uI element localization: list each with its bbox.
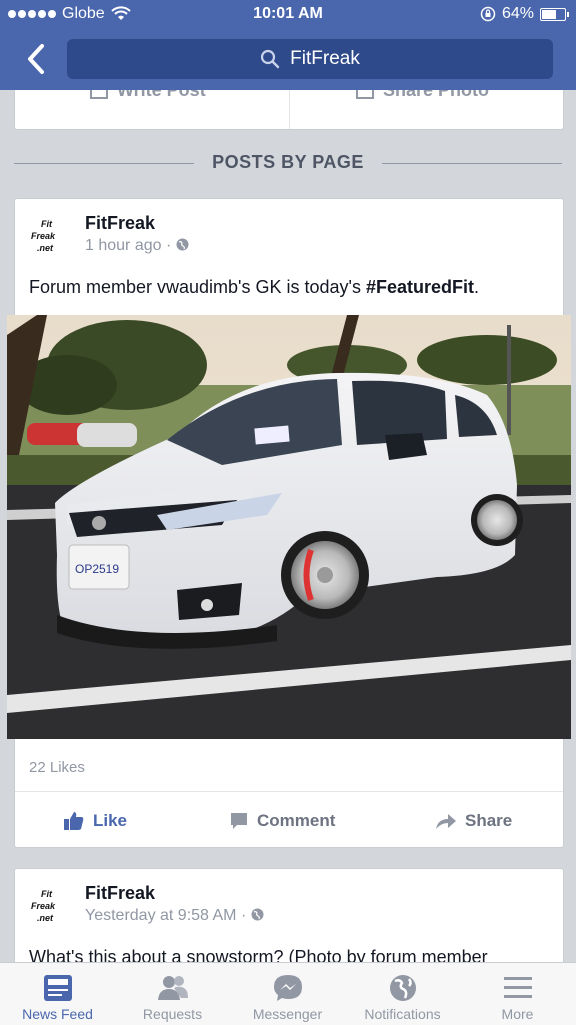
globe-icon <box>176 238 189 251</box>
battery-icon <box>540 7 569 21</box>
battery-percent: 64% <box>501 5 534 22</box>
logo-text-3: .net <box>37 243 54 253</box>
chevron-left-icon <box>28 44 44 74</box>
logo-text-2: Freak <box>31 901 56 911</box>
car-photo: OP2519 <box>7 315 571 739</box>
like-count[interactable]: 22 Likes <box>29 759 85 776</box>
comment-icon <box>231 813 247 829</box>
share-arrow-icon <box>436 814 456 829</box>
license-plate: OP2519 <box>75 562 119 576</box>
like-label: Like <box>93 811 128 830</box>
post-text: Forum member vwaudimb's GK is today's #F… <box>29 277 479 298</box>
post-divider <box>15 791 563 792</box>
logo-text-1: Fit <box>41 889 52 899</box>
tab-label: Requests <box>142 1006 203 1022</box>
tab-bar: News Feed Requests Messenger Notificatio… <box>0 962 576 1025</box>
share-label: Share <box>465 811 513 830</box>
news-feed[interactable]: Write Post Share Photo POSTS BY PAGE Fit… <box>0 90 576 962</box>
logo-text-1: Fit <box>41 219 52 229</box>
search-text: FitFreak <box>290 48 360 69</box>
friend-requests-icon <box>158 976 188 1000</box>
globe-icon <box>390 975 416 1001</box>
pencil-icon <box>90 90 108 99</box>
globe-icon <box>251 908 264 921</box>
tab-messenger[interactable]: Messenger <box>230 963 345 1025</box>
page-name-link[interactable]: FitFreak <box>85 213 155 234</box>
tab-label: News Feed <box>22 1006 93 1022</box>
separator-dot: · <box>240 907 251 924</box>
post-photo[interactable]: OP2519 <box>7 315 571 739</box>
post-timestamp[interactable]: 1 hour ago · <box>85 237 189 255</box>
post-card: Fit Freak .net FitFreak 1 hour ago · For… <box>7 198 571 848</box>
section-line-right <box>382 163 562 164</box>
nav-bar: FitFreak <box>0 30 576 90</box>
share-photo-button[interactable]: Share Photo <box>355 90 489 105</box>
thumbs-up-icon <box>64 812 84 830</box>
tab-label: More <box>501 1006 534 1022</box>
page-avatar[interactable]: Fit Freak .net <box>29 213 77 261</box>
orientation-lock-icon <box>480 6 496 22</box>
status-bar: Globe 10:01 AM 64% <box>0 0 576 30</box>
section-header: POSTS BY PAGE <box>14 152 562 174</box>
back-button[interactable] <box>22 42 52 76</box>
page-name-link[interactable]: FitFreak <box>85 883 155 904</box>
comment-button[interactable]: Comment <box>229 807 335 835</box>
search-field[interactable]: FitFreak <box>67 39 553 79</box>
camera-icon <box>356 90 374 99</box>
news-feed-icon <box>44 975 72 1001</box>
tab-label: Messenger <box>252 1006 323 1022</box>
tab-notifications[interactable]: Notifications <box>345 963 460 1025</box>
write-post-button[interactable]: Write Post <box>89 90 206 105</box>
share-button[interactable]: Share <box>435 807 512 835</box>
separator-dot: · <box>165 237 176 254</box>
composer-card: Write Post Share Photo <box>14 90 564 130</box>
composer-divider <box>289 90 290 129</box>
post-text-body: Forum member vwaudimb's GK is today's <box>29 277 366 297</box>
logo-text-3: .net <box>37 913 54 923</box>
tab-requests[interactable]: Requests <box>115 963 230 1025</box>
write-post-label: Write Post <box>117 90 206 101</box>
search-icon <box>261 49 280 69</box>
post-card: Fit Freak .net FitFreak Yesterday at 9:5… <box>14 868 564 962</box>
timestamp-text: Yesterday at 9:58 AM <box>85 907 237 924</box>
post-text: What's this about a snowstorm? (Photo by… <box>29 947 488 962</box>
post-timestamp[interactable]: Yesterday at 9:58 AM · <box>85 907 264 925</box>
timestamp-text: 1 hour ago <box>85 237 162 254</box>
like-button[interactable]: Like <box>63 807 127 835</box>
messenger-icon <box>274 975 302 1001</box>
logo-text-2: Freak <box>31 231 56 241</box>
menu-icon <box>504 977 532 998</box>
comment-label: Comment <box>257 811 336 830</box>
post-text-end: . <box>474 277 480 297</box>
page-avatar[interactable]: Fit Freak .net <box>29 883 77 931</box>
tab-more[interactable]: More <box>460 963 575 1025</box>
hashtag-link[interactable]: #FeaturedFit <box>366 277 474 297</box>
tab-news-feed[interactable]: News Feed <box>0 963 115 1025</box>
share-photo-label: Share Photo <box>383 90 489 101</box>
battery-status: 64% <box>480 5 569 23</box>
tab-label: Notifications <box>364 1006 441 1022</box>
